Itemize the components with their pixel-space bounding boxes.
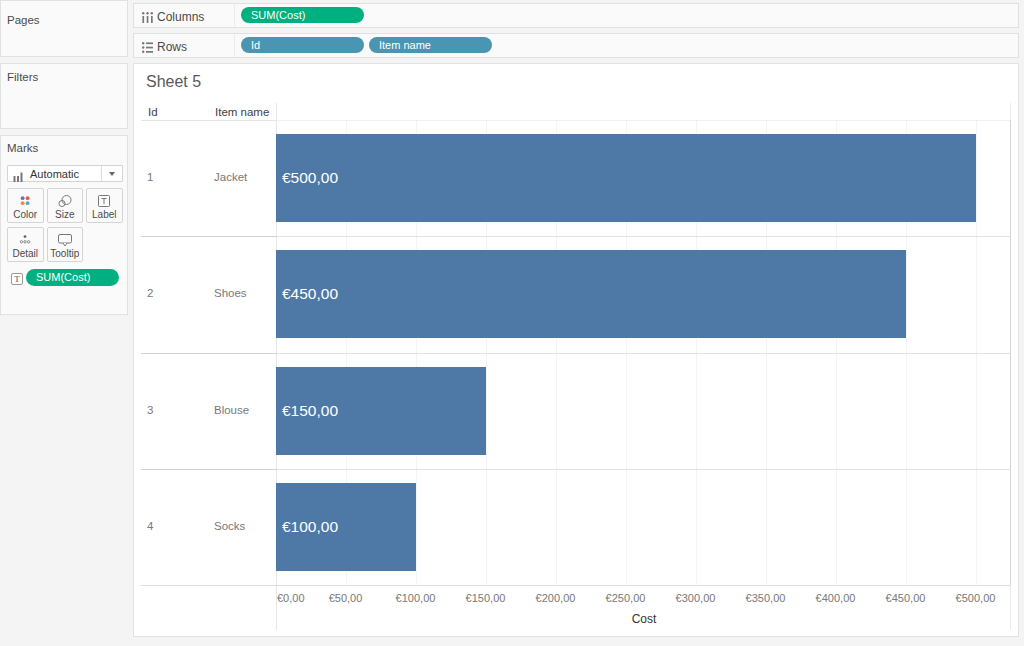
rows-shelf[interactable]: Rows Id Item name: [133, 33, 1019, 58]
x-tick-label: €500,00: [956, 592, 996, 604]
row-item-label: Shoes: [214, 287, 247, 299]
shelf-divider: [234, 34, 235, 57]
header-underline: [141, 120, 276, 121]
detail-icon: [18, 232, 32, 248]
chevron-down-icon: [109, 172, 115, 176]
shelf-divider: [234, 4, 235, 27]
bar-value-label: €150,00: [276, 402, 338, 420]
marks-button-size[interactable]: Size: [47, 188, 84, 223]
bar-value-label: €100,00: [276, 518, 338, 536]
sheet-panel: Sheet 5 Id Item name 1 Jacket €500,00 2 Shoe…: [133, 63, 1019, 637]
columns-icon: [141, 10, 154, 23]
rows-pill-id[interactable]: Id: [241, 37, 364, 53]
color-icon: [18, 193, 32, 209]
x-tick-label: €350,00: [746, 592, 786, 604]
x-tick-label: €250,00: [606, 592, 646, 604]
row-divider: [141, 236, 277, 237]
tooltip-icon: [57, 232, 73, 248]
bar-value-label: €450,00: [276, 285, 338, 303]
columns-pillbox: SUM(Cost): [241, 7, 364, 23]
row-id-label: 2: [147, 287, 153, 299]
column-header-item-name[interactable]: Item name: [215, 106, 269, 118]
x-tick-label: €100,00: [396, 592, 436, 604]
row-divider: [141, 469, 277, 470]
row-id-label: 1: [147, 171, 153, 183]
row-item-label: Jacket: [214, 171, 247, 183]
bar-blouse[interactable]: €150,00: [276, 367, 486, 455]
x-tick-label: €150,00: [466, 592, 506, 604]
x-tick-label: €300,00: [676, 592, 716, 604]
filters-shelf[interactable]: Filters: [0, 63, 128, 129]
x-tick-label: €50,00: [329, 592, 363, 604]
columns-pill-sum-cost[interactable]: SUM(Cost): [241, 7, 364, 23]
plot-top-border: [276, 120, 1010, 121]
mark-type-value: Automatic: [30, 168, 79, 180]
row-item-label: Blouse: [214, 404, 249, 416]
marks-button-label[interactable]: Label: [86, 188, 123, 223]
plot-right-border: [1010, 103, 1011, 120]
mark-type-caret-zone[interactable]: [101, 166, 122, 181]
pages-shelf[interactable]: Pages: [0, 0, 128, 57]
x-tick-label: €400,00: [816, 592, 856, 604]
bar-jacket[interactable]: €500,00: [276, 134, 976, 222]
marks-button-tooltip[interactable]: Tooltip: [47, 227, 84, 262]
row-divider: [277, 469, 1011, 470]
x-tick-label: €200,00: [536, 592, 576, 604]
rows-shelf-label: Rows: [157, 40, 187, 54]
columns-shelf[interactable]: Columns SUM(Cost): [133, 3, 1019, 28]
marks-button-detail[interactable]: Detail: [7, 227, 44, 262]
columns-shelf-label: Columns: [157, 10, 204, 24]
x-tick-label: €0,00: [277, 592, 305, 604]
row-divider: [277, 236, 1011, 237]
row-divider: [141, 353, 277, 354]
row-divider: [277, 353, 1011, 354]
x-axis-line: [141, 585, 1010, 586]
rows-icon: [141, 40, 154, 53]
marks-pill-sum-cost[interactable]: SUM(Cost): [26, 269, 119, 286]
marks-button-color[interactable]: Color: [7, 188, 44, 223]
row-id-label: 3: [147, 404, 153, 416]
x-axis-title[interactable]: Cost: [632, 612, 657, 626]
sheet-title: Sheet 5: [146, 73, 201, 91]
size-icon: [57, 193, 73, 209]
bar-shoes[interactable]: €450,00: [276, 250, 906, 338]
x-tick-label: €450,00: [886, 592, 926, 604]
tableau-workspace: { "sidebar": { "pages_label": "Pages", "…: [0, 0, 1024, 646]
rows-pill-item-name[interactable]: Item name: [369, 37, 492, 53]
bar-chart-icon: [13, 168, 24, 179]
label-icon: [97, 193, 111, 209]
column-header-id[interactable]: Id: [148, 106, 158, 118]
marks-card: Marks Automatic T SUM(Cost) ColorSizeLab…: [0, 135, 128, 315]
row-id-label: 4: [147, 520, 153, 532]
plot-right-border: [1010, 585, 1011, 630]
marks-label: Marks: [7, 142, 38, 154]
filters-label: Filters: [7, 71, 38, 83]
row-item-label: Socks: [214, 520, 245, 532]
bar-socks[interactable]: €100,00: [276, 483, 416, 571]
mark-type-dropdown[interactable]: Automatic: [7, 165, 123, 182]
bar-value-label: €500,00: [276, 169, 338, 187]
text-mark-icon: T: [11, 273, 23, 285]
pages-label: Pages: [7, 14, 40, 26]
rows-pillbox: Id Item name: [241, 37, 492, 53]
